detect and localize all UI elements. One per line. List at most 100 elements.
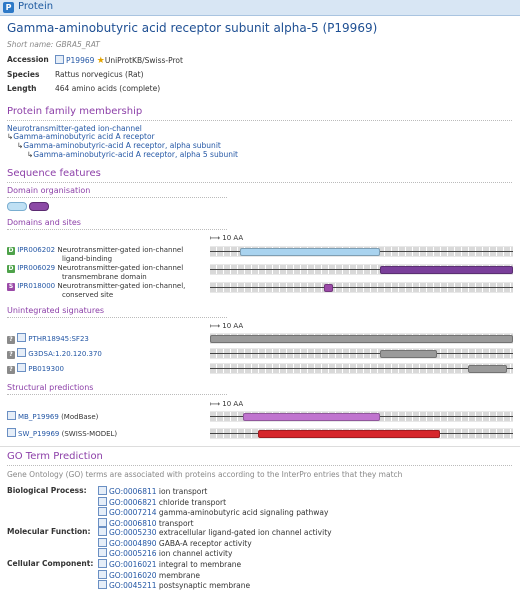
signature-row-label: ? G3DSA:1.20.120.370 [7, 348, 102, 359]
domain-org-heading: Domain organisation [7, 186, 91, 195]
feature-track [210, 264, 513, 275]
external-link-icon [17, 348, 27, 357]
feature-bar[interactable] [323, 284, 333, 292]
features-heading: Sequence features [7, 168, 101, 179]
external-link-icon [7, 411, 16, 420]
divider [7, 197, 227, 198]
domain-badge-icon: D [7, 247, 15, 255]
unknown-badge-icon: ? [7, 336, 15, 344]
unintegrated-heading: Unintegrated signatures [7, 306, 105, 315]
go-term: GO:0045211 postsynaptic membrane [98, 580, 250, 591]
feature-track [210, 363, 513, 374]
domain-row-label: D IPR006029 Neurotransmitter-gated ion-c… [7, 264, 184, 273]
divider [7, 317, 227, 318]
go-link[interactable]: GO:0016020 [109, 571, 157, 580]
scale-10aa: ⟼ 10 AA [210, 234, 244, 242]
go-link[interactable]: GO:0006811 [109, 487, 157, 496]
feature-bar[interactable] [379, 350, 438, 358]
go-heading: GO Term Prediction [7, 451, 103, 462]
external-link-icon [98, 507, 107, 516]
external-link-icon [7, 428, 16, 437]
feature-bar[interactable] [258, 430, 441, 438]
go-link[interactable]: GO:0045211 [109, 581, 157, 590]
accession-label: Accession [7, 55, 49, 64]
go-term-list: GO:0005230 extracellular ligand-gated io… [98, 527, 332, 559]
signature-link[interactable]: G3DSA:1.20.120.370 [28, 350, 102, 358]
family-item[interactable]: ↳Gamma-aminobutyric-acid A receptor, alp… [27, 150, 238, 159]
feature-bar[interactable] [243, 413, 380, 421]
domain-badge-icon: D [7, 265, 15, 273]
external-link-icon [98, 559, 107, 568]
go-term: GO:0016021 integral to membrane [98, 559, 250, 570]
domain-row-desc: ligand-binding [62, 255, 113, 263]
feature-bar[interactable] [240, 248, 380, 256]
external-link-icon [98, 537, 107, 547]
divider [7, 229, 227, 230]
structure-link[interactable]: SW_P19969 [18, 430, 59, 438]
external-link-icon [98, 580, 107, 589]
external-link-icon [17, 333, 27, 342]
feature-track [210, 282, 513, 293]
divider [7, 120, 512, 121]
feature-bar[interactable] [210, 335, 513, 343]
structural-heading: Structural predictions [7, 383, 94, 392]
structure-row-label: MB_P19969 (ModBase) [7, 411, 98, 422]
go-link[interactable]: GO:0005230 [109, 528, 157, 537]
family-heading: Protein family membership [7, 106, 143, 117]
go-term-list: GO:0016021 integral to membrane GO:00160… [98, 559, 250, 591]
go-term: GO:0007214 gamma-aminobutyric acid signa… [98, 507, 328, 518]
protein-title: Gamma-aminobutyric acid receptor subunit… [7, 21, 378, 35]
go-term: GO:0016020 membrane [98, 569, 250, 581]
go-link[interactable]: GO:0016021 [109, 560, 157, 569]
signature-link[interactable]: PB019300 [28, 365, 64, 373]
go-link[interactable]: GO:0004890 [109, 539, 157, 548]
accession-value: P19969 ★UniProtKB/Swiss-Prot [55, 55, 183, 66]
ipr-link[interactable]: IPR018000 [17, 282, 55, 290]
family-item[interactable]: ↳Gamma-aminobutyric acid A receptor [7, 132, 155, 141]
domain-org-ligand-pill[interactable] [7, 202, 27, 211]
external-link-icon [98, 496, 107, 506]
feature-bar[interactable] [379, 266, 513, 274]
external-link-icon [98, 517, 107, 527]
family-item[interactable]: ↳Gamma-aminobutyric-acid A receptor, alp… [17, 141, 221, 150]
divider [0, 446, 520, 447]
divider [7, 394, 227, 395]
domain-row-desc: conserved site [62, 291, 114, 299]
external-link-icon [55, 55, 64, 64]
domain-org-tm-pill[interactable] [29, 202, 49, 211]
feature-bar[interactable] [467, 365, 507, 373]
go-link[interactable]: GO:0005216 [109, 549, 157, 558]
go-term-list: GO:0006811 ion transport GO:0006821 chlo… [98, 486, 328, 528]
external-link-icon [17, 363, 27, 372]
scale-10aa: ⟼ 10 AA [210, 322, 244, 330]
protein-icon: P [3, 2, 14, 13]
go-category-label: Cellular Component: [7, 559, 94, 568]
go-term: GO:0005216 ion channel activity [98, 548, 332, 559]
go-category-label: Molecular Function: [7, 527, 91, 536]
header-title: Protein [18, 1, 54, 12]
signature-link[interactable]: PTHR18945:SF23 [28, 335, 89, 343]
domain-row-label: S IPR018000 Neurotransmitter-gated ion-c… [7, 282, 186, 291]
short-name: Short name: GBRA5_RAT [7, 40, 100, 49]
go-link[interactable]: GO:0006821 [109, 498, 157, 507]
unknown-badge-icon: ? [7, 351, 15, 359]
unknown-badge-icon: ? [7, 366, 15, 374]
ipr-link[interactable]: IPR006029 [17, 264, 55, 272]
structure-link[interactable]: MB_P19969 [18, 413, 59, 421]
accession-link[interactable]: P19969 [66, 56, 94, 65]
divider [7, 465, 512, 466]
go-link[interactable]: GO:0007214 [109, 508, 157, 517]
feature-track [210, 411, 513, 422]
site-badge-icon: S [7, 283, 15, 291]
species-value: Rattus norvegicus (Rat) [55, 70, 144, 79]
accession-db: UniProtKB/Swiss-Prot [104, 56, 183, 65]
page-header: P Protein [0, 0, 520, 16]
ipr-link[interactable]: IPR006202 [17, 246, 55, 254]
external-link-icon [98, 527, 107, 536]
length-label: Length [7, 84, 37, 93]
external-link-icon [98, 569, 107, 579]
feature-track [210, 333, 513, 344]
structure-row-label: SW_P19969 (SWISS-MODEL) [7, 428, 117, 439]
scale-10aa: ⟼ 10 AA [210, 400, 244, 408]
go-description: Gene Ontology (GO) terms are associated … [7, 470, 403, 479]
